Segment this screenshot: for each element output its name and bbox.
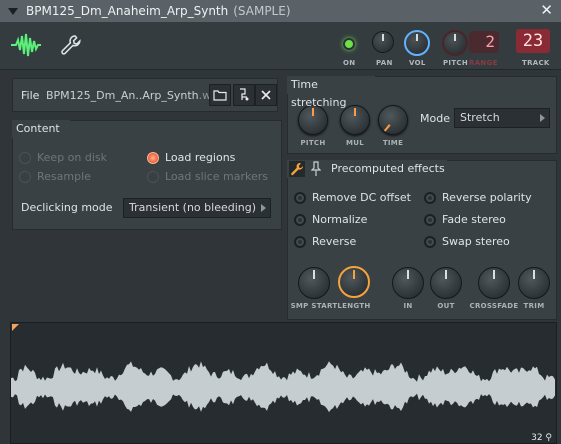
stretch-mode-value: Stretch — [460, 111, 500, 124]
file-name-base: BPM125_Dm_An..Arp_Synth — [46, 89, 199, 102]
crossfade-label: CROSSFADE — [469, 302, 519, 310]
swap-stereo-label: Swap stereo — [442, 235, 510, 248]
length-knob[interactable] — [338, 266, 370, 298]
fade-in-label: IN — [403, 302, 413, 310]
normalize-toggle[interactable]: Normalize — [294, 213, 367, 226]
stretch-mode-dropdown[interactable]: Stretch — [454, 108, 550, 128]
close-icon — [261, 90, 271, 100]
declicking-mode-dropdown[interactable]: Transient (no bleeding) — [123, 198, 271, 218]
folder-icon — [213, 90, 227, 101]
end-marker-label[interactable]: 32 ⚲ — [531, 433, 552, 443]
pitch-range-display[interactable]: 2 — [469, 31, 499, 53]
resample-label: Resample — [37, 170, 91, 183]
load-regions-radio[interactable]: Load regions — [147, 151, 235, 164]
stretch-time-knob[interactable] — [378, 105, 408, 135]
stretch-time-label: TIME — [382, 139, 404, 147]
normalize-label: Normalize — [312, 213, 368, 226]
title-bar[interactable]: BPM125_Dm_Anaheim_Arp_Synth (SAMPLE) ✕ — [0, 0, 561, 22]
range-label: RANGE — [469, 59, 498, 67]
dropdown-arrow-icon — [540, 114, 545, 122]
sample-start-label: SMP START — [290, 302, 338, 310]
crossfade-knob[interactable] — [478, 267, 510, 299]
end-marker-number: 32 — [531, 433, 543, 443]
stretch-pitch-label: PITCH — [300, 139, 326, 147]
volume-knob[interactable] — [404, 30, 430, 56]
trim-knob[interactable] — [518, 267, 550, 299]
file-name: BPM125_Dm_An..Arp_Synth.wav — [46, 89, 224, 102]
resample-radio[interactable]: Resample — [19, 170, 91, 183]
trim-label: TRIM — [523, 302, 545, 310]
file-panel: File BPM125_Dm_An..Arp_Synth.wav — [12, 78, 278, 112]
declicking-mode-value: Transient (no bleeding) — [129, 201, 257, 214]
locate-icon — [240, 88, 249, 101]
reverse-label: Reverse — [312, 235, 357, 248]
fade-stereo-toggle[interactable]: Fade stereo — [424, 213, 506, 226]
track-label: TRACK — [522, 59, 550, 67]
wrench-icon[interactable] — [289, 161, 305, 177]
window-close-button[interactable]: ✕ — [540, 1, 553, 19]
waveform-graph — [11, 361, 555, 413]
sample-start-knob[interactable] — [298, 267, 330, 299]
fade-stereo-label: Fade stereo — [442, 213, 506, 226]
waveform-icon[interactable] — [10, 32, 42, 58]
mode-label: Mode — [420, 112, 450, 125]
locate-file-button[interactable] — [233, 84, 255, 106]
load-slice-markers-radio[interactable]: Load slice markers — [147, 170, 268, 183]
pitch-knob[interactable] — [442, 30, 468, 56]
precomputed-effects-header: Precomputed effects — [287, 160, 447, 178]
track-number-display[interactable]: 23 — [516, 29, 550, 53]
precomputed-effects-title: Precomputed effects — [331, 162, 445, 175]
content-panel-title: Content — [12, 120, 70, 138]
window-title-suffix: (SAMPLE) — [233, 4, 291, 18]
swap-stereo-toggle[interactable]: Swap stereo — [424, 235, 510, 248]
fade-out-knob[interactable] — [430, 267, 462, 299]
remove-dc-offset-label: Remove DC offset — [312, 191, 411, 204]
window-title: BPM125_Dm_Anaheim_Arp_Synth — [26, 4, 229, 18]
load-slice-markers-label: Load slice markers — [165, 170, 269, 183]
fade-in-knob[interactable] — [392, 267, 424, 299]
length-label: LENGTH — [337, 302, 371, 310]
reverse-polarity-label: Reverse polarity — [442, 191, 532, 204]
volume-label: VOL — [409, 59, 426, 67]
pan-knob[interactable] — [372, 31, 394, 53]
window-menu-arrow-icon[interactable] — [8, 7, 18, 15]
declicking-mode-label: Declicking mode — [21, 201, 113, 214]
reverse-toggle[interactable]: Reverse — [294, 235, 356, 248]
wrench-icon[interactable] — [60, 34, 82, 56]
browse-folder-button[interactable] — [209, 84, 231, 106]
load-regions-label: Load regions — [165, 151, 236, 164]
stretch-mul-label: MUL — [345, 139, 364, 147]
pan-label: PAN — [376, 59, 393, 67]
dropdown-arrow-icon — [261, 204, 266, 212]
on-label: ON — [343, 59, 356, 67]
precomputed-effects-panel: Remove DC offset Reverse polarity Normal… — [287, 160, 557, 320]
on-led[interactable] — [343, 38, 355, 50]
file-label: File — [21, 89, 40, 102]
keep-on-disk-radio[interactable]: Keep on disk — [19, 151, 107, 164]
pitch-label: PITCH — [443, 59, 469, 67]
time-stretching-title: Time stretching — [287, 76, 375, 109]
remove-file-button[interactable] — [255, 84, 277, 106]
pin-icon[interactable] — [311, 161, 321, 177]
waveform-display[interactable]: 32 ⚲ — [10, 322, 557, 444]
fade-out-label: OUT — [437, 302, 455, 310]
keep-on-disk-label: Keep on disk — [37, 151, 108, 164]
reverse-polarity-toggle[interactable]: Reverse polarity — [424, 191, 532, 204]
toolbar: ON PAN VOL PITCH 2 RANGE 23 TRACK — [0, 22, 561, 70]
remove-dc-offset-toggle[interactable]: Remove DC offset — [294, 191, 411, 204]
